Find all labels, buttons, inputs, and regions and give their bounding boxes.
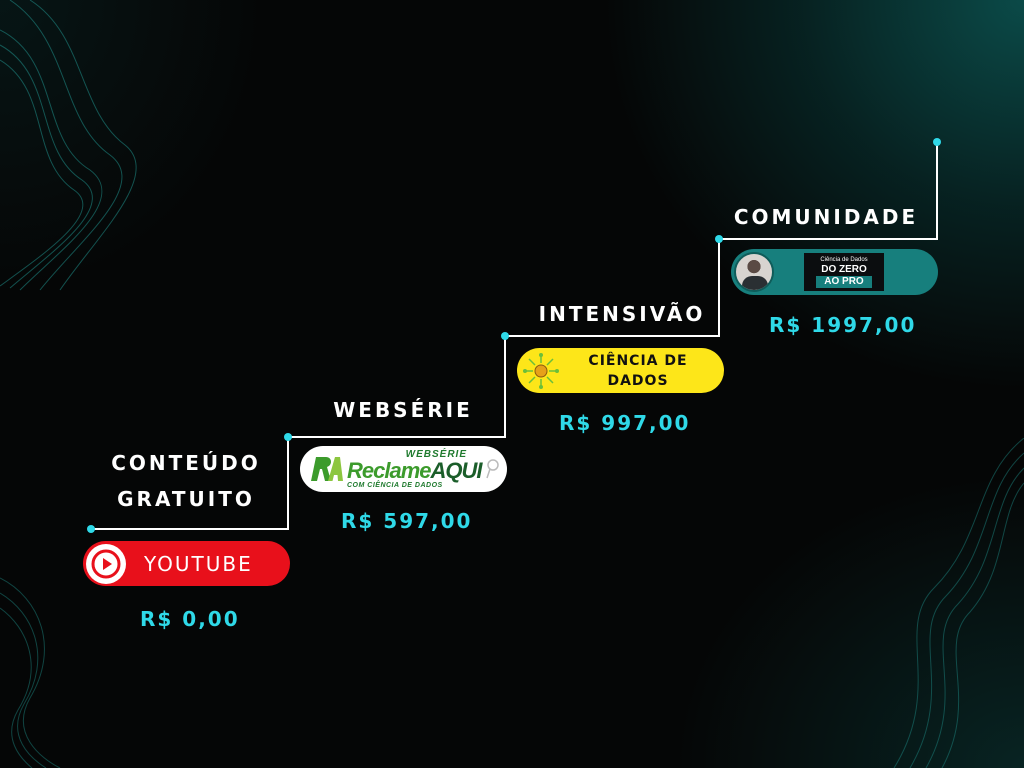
step-node-end — [933, 138, 941, 146]
step-title-line1: INTENSIVÃO — [538, 302, 706, 326]
intensivao-line1: CIÊNCIA DE — [588, 352, 688, 369]
step-title-conteudo-gratuito: CONTEÚDO GRATUITO — [96, 445, 276, 517]
intensivao-line2: DADOS — [607, 372, 669, 389]
step-title-intensivao: INTENSIVÃO — [530, 296, 714, 332]
step-title-line1: WEBSÉRIE — [333, 398, 473, 422]
data-science-logo — [523, 352, 559, 389]
magnifier-icon — [485, 459, 499, 479]
reclame-aqui-badge[interactable]: WEBSÉRIE ReclameAQUI COM CIÊNCIA DE DADO… — [300, 446, 507, 492]
reclame-brand: ReclameAQUI — [347, 457, 483, 483]
reclame-brand-a: Reclame — [347, 457, 432, 483]
comunidade-badge[interactable]: Ciência de Dados DO ZERO AO PRO — [731, 249, 938, 295]
price-webserie: R$ 597,00 — [341, 509, 473, 533]
course-logo: Ciência de Dados DO ZERO AO PRO — [804, 253, 884, 291]
step-node-3 — [501, 332, 509, 340]
youtube-badge[interactable]: YOUTUBE — [83, 541, 290, 586]
step-title-line2: GRATUITO — [117, 487, 255, 511]
price-youtube: R$ 0,00 — [140, 607, 240, 631]
course-big-text: DO ZERO — [821, 263, 867, 275]
course-small-text: Ciência de Dados — [820, 256, 868, 263]
reclame-aqui-text: WEBSÉRIE ReclameAQUI COM CIÊNCIA DE DADO… — [347, 449, 483, 489]
step-title-comunidade: COMUNIDADE — [728, 199, 924, 235]
reclame-aqui-logo — [307, 452, 345, 486]
step-node-1 — [87, 525, 95, 533]
reclame-brand-b: AQUI — [430, 457, 483, 483]
youtube-play-icon — [86, 543, 126, 584]
step-node-4 — [715, 235, 723, 243]
youtube-label: YOUTUBE — [144, 551, 253, 576]
step-title-line1: CONTEÚDO — [111, 451, 261, 475]
intensivao-badge[interactable]: CIÊNCIA DE DADOS — [517, 348, 724, 393]
step-title-line1: COMUNIDADE — [733, 205, 919, 229]
step-node-2 — [284, 433, 292, 441]
staircase-path — [87, 138, 941, 533]
reclame-bottom-text: COM CIÊNCIA DE DADOS — [347, 481, 443, 489]
instructor-avatar — [734, 252, 774, 292]
price-comunidade: R$ 1997,00 — [769, 313, 917, 337]
step-title-webserie: WEBSÉRIE — [318, 392, 488, 428]
course-pro-text: AO PRO — [816, 275, 872, 288]
intensivao-label: CIÊNCIA DE DADOS — [563, 351, 713, 391]
price-intensivao: R$ 997,00 — [559, 411, 691, 435]
